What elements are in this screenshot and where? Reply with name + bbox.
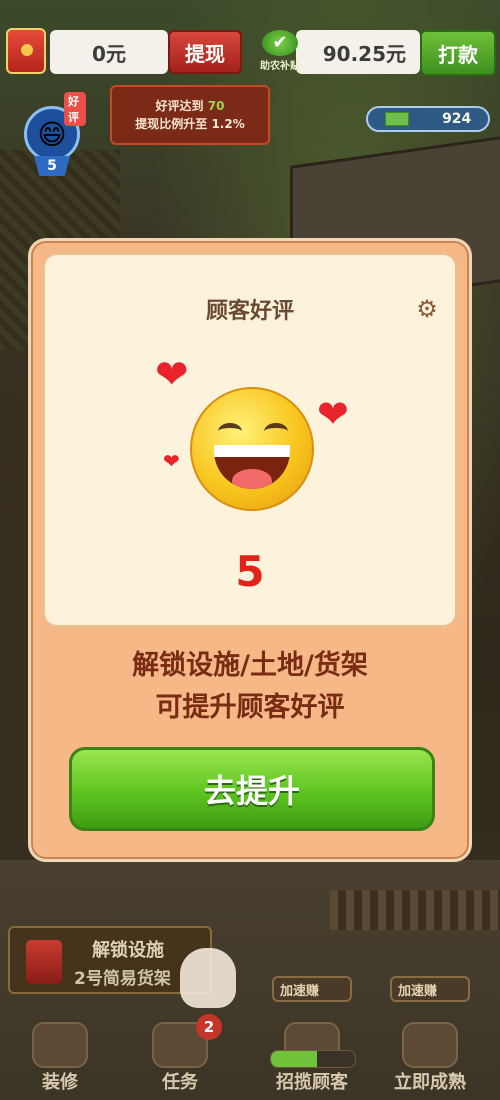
improve-button[interactable]: 去提升 bbox=[69, 747, 435, 831]
nav-item-ripen[interactable]: 立即成熟 bbox=[380, 1000, 480, 1100]
balance-display: 0元 bbox=[50, 30, 168, 74]
nav-label: 立即成熟 bbox=[394, 1072, 466, 1093]
pointing-hand-icon bbox=[180, 948, 236, 1008]
heart-icon: ❤ bbox=[155, 352, 189, 398]
nav-label: 招揽顾客 bbox=[276, 1072, 348, 1093]
grinning-face-icon bbox=[190, 387, 314, 511]
cash-amount: 924 bbox=[442, 111, 472, 127]
withdraw-rate-tooltip: 好评达到 70 提现比例升至 1.2% bbox=[110, 85, 270, 145]
bottom-nav: 装修 任务 招揽顾客 立即成熟 bbox=[0, 1000, 500, 1100]
customer-progress-bar bbox=[270, 1050, 356, 1068]
heart-icon: ❤ bbox=[163, 449, 180, 473]
check-icon: ✔ bbox=[262, 30, 298, 56]
rating-value: 5 bbox=[34, 156, 70, 176]
withdraw-button[interactable]: 提现 bbox=[168, 30, 242, 74]
subsidy-label: 助农补贴 bbox=[260, 61, 300, 72]
payout-button[interactable]: 打款 bbox=[420, 30, 496, 76]
message-line1: 解锁设施/土地/货架 bbox=[132, 650, 368, 681]
boost-button[interactable]: 加速赚 bbox=[390, 976, 470, 1002]
cash-counter: 924 bbox=[366, 106, 490, 132]
nav-item-decorate[interactable]: 装修 bbox=[10, 1000, 110, 1100]
rating-tag: 好评 bbox=[64, 92, 86, 126]
boost-button[interactable]: 加速赚 bbox=[272, 976, 352, 1002]
tooltip-line1: 好评达到 70 bbox=[156, 97, 225, 115]
fence bbox=[330, 890, 500, 930]
red-packet-icon[interactable] bbox=[6, 28, 46, 74]
gear-icon[interactable]: ⚙ bbox=[415, 297, 439, 321]
unlock-task-title: 解锁设施 bbox=[92, 940, 164, 961]
rating-card: 顾客好评 ⚙ ❤ ❤ ❤ 5 bbox=[43, 253, 457, 627]
red-packet-icon bbox=[26, 940, 62, 984]
task-count-badge: 2 bbox=[196, 1014, 222, 1040]
nav-label: 任务 bbox=[162, 1072, 198, 1093]
nav-label: 装修 bbox=[42, 1072, 78, 1093]
tooltip-target-value: 70 bbox=[207, 99, 225, 113]
modal-message: 解锁设施/土地/货架 可提升顾客好评 bbox=[31, 645, 469, 729]
rating-badge[interactable]: 😄 好评 5 bbox=[20, 92, 86, 176]
banknote-icon bbox=[384, 112, 409, 126]
top-bar: 0元 提现 90.25元 ✔ 助农补贴 打款 bbox=[0, 0, 500, 90]
modal-title: 顾客好评 bbox=[205, 299, 294, 324]
tooltip-line2: 提现比例升至 1.2% bbox=[135, 117, 245, 131]
hammer-icon bbox=[32, 1022, 88, 1068]
progress-fill bbox=[271, 1051, 318, 1067]
subsidy-badge[interactable]: ✔ 助农补贴 bbox=[258, 30, 302, 72]
cloud-icon bbox=[402, 1022, 458, 1068]
rating-modal: 顾客好评 ⚙ ❤ ❤ ❤ 5 解锁设施/土地/货架 可提升顾客好评 去提升 bbox=[28, 238, 472, 862]
rating-score: 5 bbox=[235, 547, 265, 596]
unlock-task-target: 2号简易货架 bbox=[74, 969, 171, 989]
subsidy-amount: 90.25元 bbox=[296, 30, 420, 74]
message-line2: 可提升顾客好评 bbox=[155, 692, 345, 723]
tooltip-prefix: 好评达到 bbox=[155, 99, 204, 113]
heart-icon: ❤ bbox=[317, 392, 349, 436]
